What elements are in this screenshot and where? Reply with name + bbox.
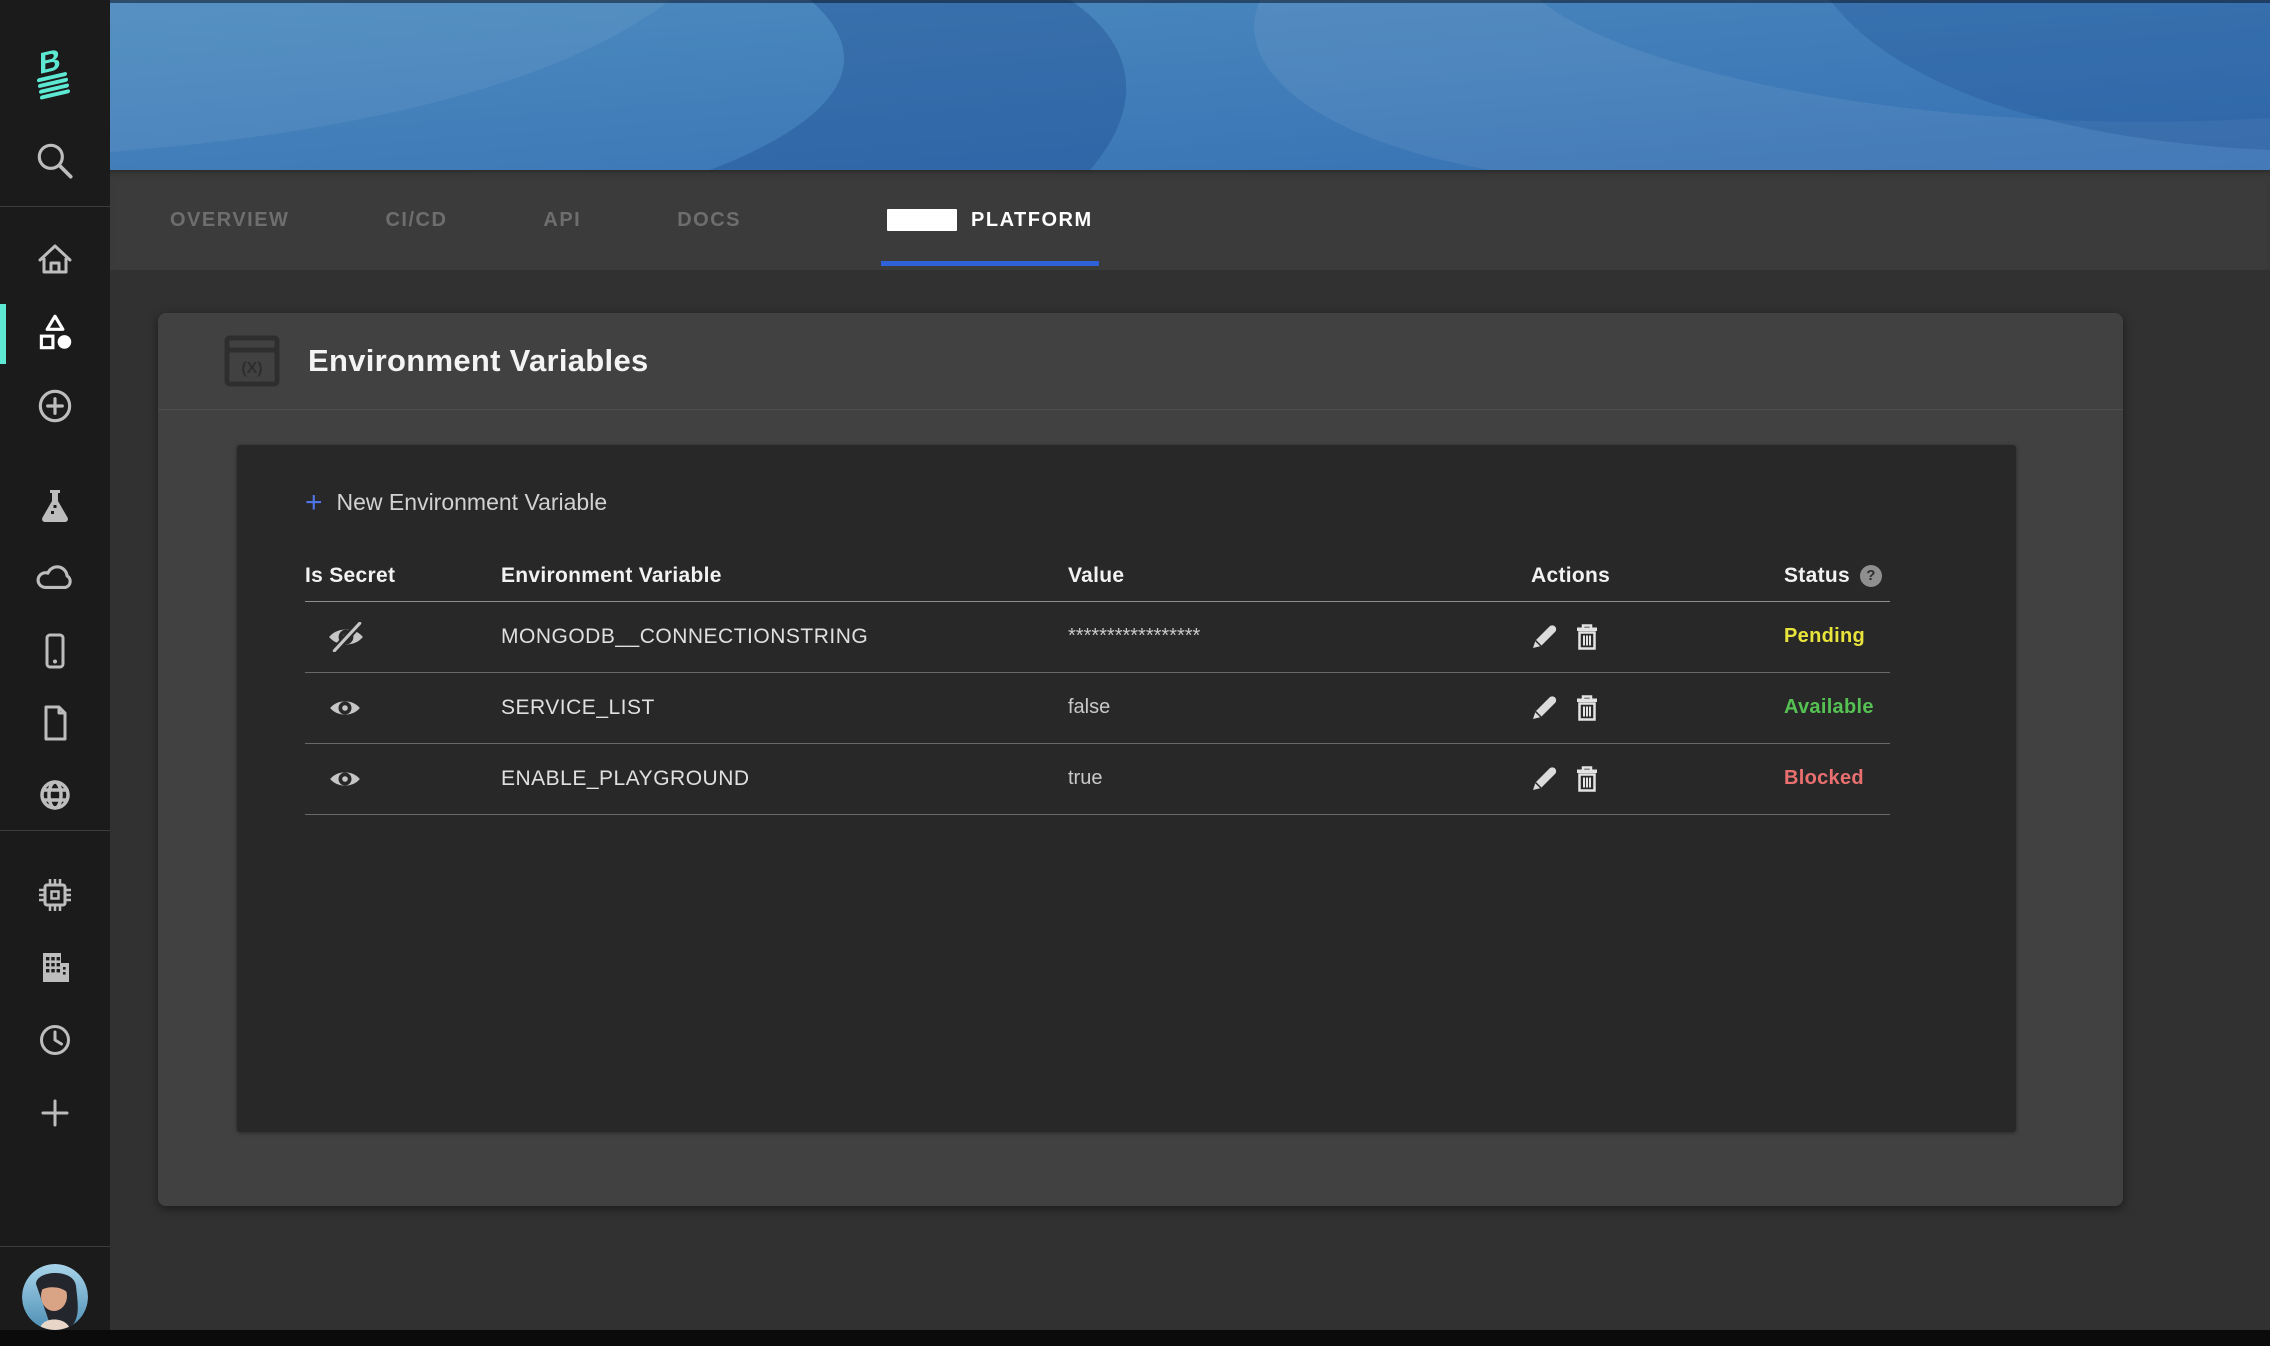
- sidebar-item-create[interactable]: [0, 383, 110, 429]
- secret-toggle[interactable]: [305, 622, 501, 652]
- card-header: (X) Environment Variables: [158, 313, 2123, 410]
- globe-icon: [34, 774, 76, 816]
- tab-platform-active[interactable]: PLATFORM: [887, 170, 1093, 270]
- environment-variables-table: Is Secret Environment Variable Value Act…: [305, 551, 1890, 815]
- edit-pencil-icon[interactable]: [1531, 623, 1558, 650]
- tab-api[interactable]: API: [543, 170, 581, 270]
- hero-banner: [110, 0, 2270, 170]
- brand-logo[interactable]: B: [0, 40, 110, 106]
- sidebar-item-web[interactable]: [0, 772, 110, 818]
- tab-label: PLATFORM: [971, 209, 1093, 232]
- sidebar-item-home[interactable]: [0, 236, 110, 282]
- table-row: SERVICE_LIST false: [305, 673, 1890, 744]
- variable-value: false: [1068, 696, 1531, 719]
- sidebar-divider: [0, 830, 110, 831]
- sidebar-item-add[interactable]: [0, 1090, 110, 1136]
- eye-off-icon: [327, 622, 365, 652]
- sidebar-item-mobile[interactable]: [0, 628, 110, 674]
- sidebar-item-components[interactable]: [0, 310, 110, 356]
- page-title: Environment Variables: [308, 343, 649, 379]
- sidebar-divider: [0, 1246, 110, 1247]
- chip-icon: [34, 874, 76, 916]
- mobile-icon: [34, 630, 76, 672]
- plus-icon: [34, 1092, 76, 1134]
- main-content: (X) Environment Variables + New Environm…: [110, 270, 2270, 1330]
- variable-value: true: [1068, 767, 1531, 790]
- secret-toggle[interactable]: [305, 695, 501, 721]
- top-tab-bar: OVERVIEW CI/CD API DOCS PLATFORM: [110, 170, 2270, 270]
- header-value: Value: [1068, 564, 1531, 588]
- delete-trash-icon[interactable]: [1574, 765, 1600, 793]
- tab-label: CI/CD: [385, 209, 447, 232]
- app-window: B: [0, 0, 2270, 1346]
- eye-icon: [327, 695, 363, 721]
- file-icon: [34, 702, 76, 744]
- variable-name: ENABLE_PLAYGROUND: [501, 767, 1068, 791]
- variable-name: MONGODB__CONNECTIONSTRING: [501, 625, 1068, 649]
- tab-label: DOCS: [677, 209, 741, 232]
- sidebar-item-history[interactable]: [0, 1017, 110, 1063]
- sidebar-item-experiments[interactable]: [0, 483, 110, 529]
- clock-icon: [34, 1019, 76, 1061]
- shapes-icon: [33, 311, 77, 355]
- stacked-b-logo-icon: B: [27, 43, 83, 103]
- tab-cicd[interactable]: CI/CD: [385, 170, 447, 270]
- header-status-label: Status: [1784, 564, 1850, 588]
- table-row: MONGODB__CONNECTIONSTRING **************…: [305, 602, 1890, 673]
- sidebar-item-search[interactable]: [0, 138, 110, 184]
- header-actions: Actions: [1531, 564, 1784, 588]
- svg-text:(X): (X): [241, 360, 262, 377]
- search-icon: [33, 139, 77, 183]
- env-variable-window-icon: (X): [224, 335, 280, 387]
- environment-variables-card: (X) Environment Variables + New Environm…: [158, 313, 2123, 1206]
- status-badge: Pending: [1784, 625, 1890, 648]
- variable-name: SERVICE_LIST: [501, 696, 1068, 720]
- plus-circle-icon: [33, 384, 77, 428]
- sidebar-item-cloud[interactable]: [0, 555, 110, 601]
- header-status: Status ?: [1784, 564, 1890, 588]
- status-help-icon[interactable]: ?: [1860, 565, 1882, 587]
- row-actions: [1531, 623, 1784, 651]
- building-icon: [34, 946, 76, 988]
- secret-toggle[interactable]: [305, 766, 501, 792]
- sidebar-item-organization[interactable]: [0, 944, 110, 990]
- new-environment-variable-button[interactable]: + New Environment Variable: [305, 489, 607, 516]
- user-avatar[interactable]: [22, 1264, 88, 1330]
- flask-icon: [34, 485, 76, 527]
- sidebar-item-hardware[interactable]: [0, 872, 110, 918]
- header-environment-variable: Environment Variable: [501, 564, 1068, 588]
- edit-pencil-icon[interactable]: [1531, 694, 1558, 721]
- status-badge: Blocked: [1784, 767, 1890, 790]
- delete-trash-icon[interactable]: [1574, 623, 1600, 651]
- header-is-secret: Is Secret: [305, 564, 501, 588]
- sidebar-item-documents[interactable]: [0, 700, 110, 746]
- brand-redaction-box: [887, 209, 957, 231]
- sidebar: B: [0, 0, 110, 1330]
- variables-panel: + New Environment Variable Is Secret Env…: [237, 445, 2016, 1132]
- avatar-photo: [22, 1264, 88, 1330]
- tab-label: OVERVIEW: [170, 209, 289, 232]
- table-row: ENABLE_PLAYGROUND true: [305, 744, 1890, 815]
- bottom-strip: [0, 1330, 2270, 1346]
- active-tab-underline: [881, 261, 1099, 266]
- variable-value: *****************: [1068, 625, 1531, 648]
- eye-icon: [327, 766, 363, 792]
- row-actions: [1531, 765, 1784, 793]
- row-actions: [1531, 694, 1784, 722]
- plus-glyph-icon: +: [305, 493, 323, 513]
- edit-pencil-icon[interactable]: [1531, 765, 1558, 792]
- table-header-row: Is Secret Environment Variable Value Act…: [305, 551, 1890, 602]
- tab-label: API: [543, 209, 581, 232]
- tab-overview[interactable]: OVERVIEW: [170, 170, 289, 270]
- status-badge: Available: [1784, 696, 1890, 719]
- tab-docs[interactable]: DOCS: [677, 170, 741, 270]
- home-icon: [34, 238, 76, 280]
- banner-waves-graphic: [110, 0, 2270, 170]
- sidebar-divider: [0, 206, 110, 207]
- new-environment-variable-label: New Environment Variable: [337, 489, 608, 516]
- delete-trash-icon[interactable]: [1574, 694, 1600, 722]
- cloud-icon: [33, 556, 77, 600]
